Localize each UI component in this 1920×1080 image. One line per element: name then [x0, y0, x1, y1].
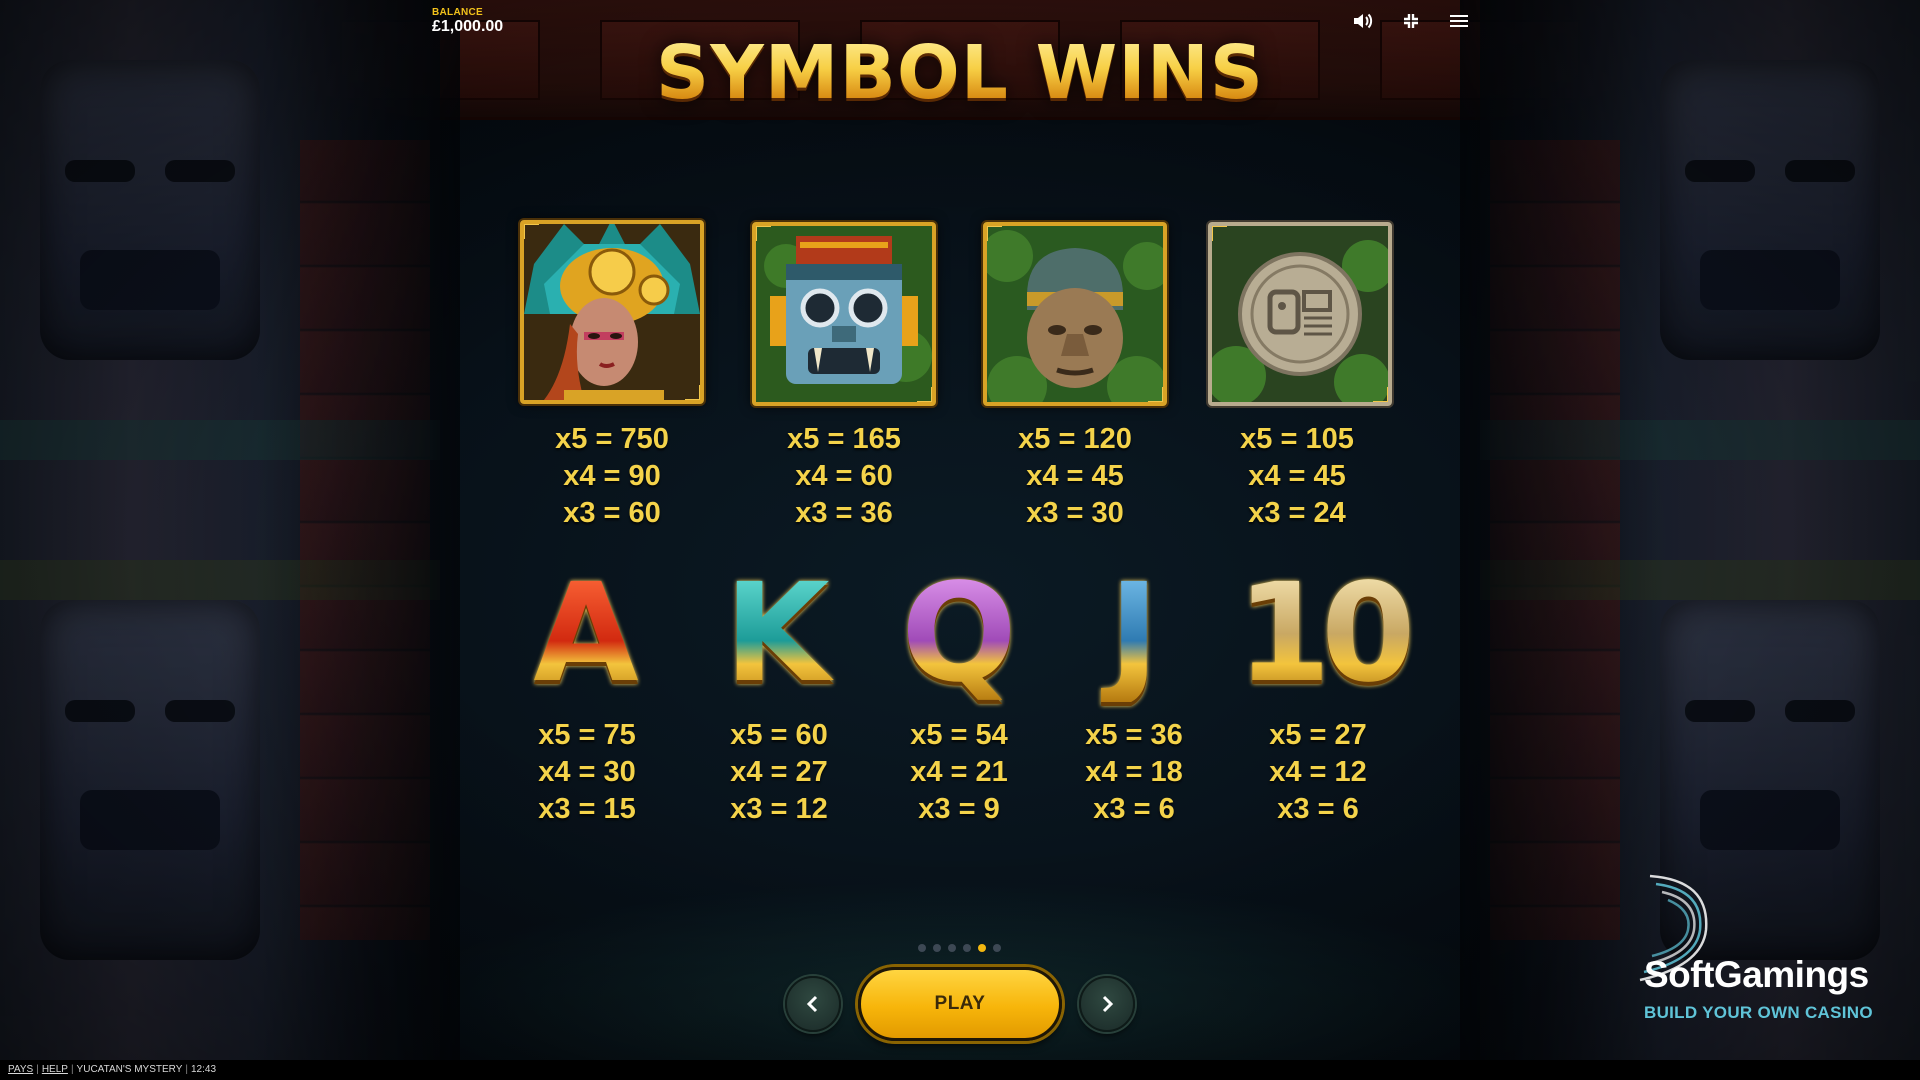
top-controls — [1352, 10, 1470, 32]
page-title: SYMBOL WINS — [0, 30, 1920, 116]
pay-line: x4 = 45 — [1248, 460, 1346, 492]
pay-line: x5 = 27 — [1269, 719, 1367, 751]
brand-tagline: BUILD YOUR OWN CASINO — [1644, 1003, 1873, 1022]
stone-calendar-symbol — [1208, 222, 1392, 406]
previous-page-button[interactable] — [785, 976, 841, 1032]
stone-calendar-pays: x5 = 105 x4 = 45 x3 = 24 — [1197, 421, 1397, 532]
page-indicator — [918, 944, 1001, 952]
pay-line: x3 = 60 — [563, 497, 661, 529]
brand-watermark: SoftGamings BUILD YOUR OWN CASINO — [1644, 872, 1904, 1023]
symbol-10-pays: x5 = 27 x4 = 12 x3 = 6 — [1218, 717, 1418, 828]
pay-line: x4 = 27 — [730, 756, 828, 788]
pay-line: x4 = 18 — [1085, 756, 1183, 788]
pay-line: x4 = 12 — [1269, 756, 1367, 788]
page-dot-6[interactable] — [993, 944, 1001, 952]
game-name: YUCATAN'S MYSTERY — [76, 1064, 183, 1075]
next-page-button[interactable] — [1079, 976, 1135, 1032]
pay-line: x5 = 750 — [555, 423, 669, 455]
chevron-left-icon — [806, 995, 818, 1013]
symbol-j-pays: x5 = 36 x4 = 18 x3 = 6 — [1034, 717, 1234, 828]
tiki-mask-symbol — [752, 222, 936, 406]
chevron-right-icon — [1102, 995, 1114, 1013]
footer-bar: PAYS | HELP | YUCATAN'S MYSTERY | 12:43 — [0, 1060, 1920, 1080]
pay-line: x5 = 54 — [910, 719, 1008, 751]
symbol-j: J — [1034, 566, 1234, 702]
warrior-woman-symbol — [520, 220, 704, 404]
pay-line: x5 = 165 — [787, 423, 901, 455]
pay-line: x4 = 60 — [795, 460, 893, 492]
page-dot-4[interactable] — [963, 944, 971, 952]
page-dot-3[interactable] — [948, 944, 956, 952]
symbol-a: A — [486, 566, 686, 702]
play-button[interactable]: PLAY — [858, 967, 1062, 1041]
pay-line: x3 = 15 — [538, 793, 636, 825]
pay-line: x5 = 105 — [1240, 423, 1354, 455]
pay-line: x5 = 60 — [730, 719, 828, 751]
exit-fullscreen-icon[interactable] — [1400, 10, 1422, 32]
page-dot-2[interactable] — [933, 944, 941, 952]
page-dot-1[interactable] — [918, 944, 926, 952]
symbol-q-pays: x5 = 54 x4 = 21 x3 = 9 — [859, 717, 1059, 828]
pay-line: x4 = 21 — [910, 756, 1008, 788]
tiki-mask-pays: x5 = 165 x4 = 60 x3 = 36 — [744, 421, 944, 532]
menu-icon[interactable] — [1448, 10, 1470, 32]
symbol-a-pays: x5 = 75 x4 = 30 x3 = 15 — [487, 717, 687, 828]
olmec-head-pays: x5 = 120 x4 = 45 x3 = 30 — [975, 421, 1175, 532]
pay-line: x3 = 36 — [795, 497, 893, 529]
pay-line: x3 = 6 — [1093, 793, 1175, 825]
pays-link[interactable]: PAYS — [8, 1064, 33, 1075]
warrior-woman-pays: x5 = 750 x4 = 90 x3 = 60 — [512, 421, 712, 532]
pay-line: x5 = 75 — [538, 719, 636, 751]
balance-label: BALANCE — [432, 7, 483, 18]
symbol-k-pays: x5 = 60 x4 = 27 x3 = 12 — [679, 717, 879, 828]
symbol-k: K — [677, 566, 877, 702]
symbol-10: 10 — [1221, 566, 1421, 702]
pay-line: x3 = 9 — [918, 793, 1000, 825]
help-link[interactable]: HELP — [42, 1064, 68, 1075]
brand-name: SoftGamings — [1644, 954, 1869, 995]
symbol-q: Q — [859, 566, 1059, 702]
clock-time: 12:43 — [190, 1064, 217, 1075]
pay-line: x4 = 45 — [1026, 460, 1124, 492]
pay-line: x3 = 12 — [730, 793, 828, 825]
pay-line: x3 = 24 — [1248, 497, 1346, 529]
page-dot-5[interactable] — [978, 944, 986, 952]
pay-line: x5 = 36 — [1085, 719, 1183, 751]
pay-line: x3 = 6 — [1277, 793, 1359, 825]
sound-icon[interactable] — [1352, 10, 1374, 32]
pay-line: x5 = 120 — [1018, 423, 1132, 455]
olmec-head-symbol — [983, 222, 1167, 406]
pay-line: x3 = 30 — [1026, 497, 1124, 529]
pay-line: x4 = 30 — [538, 756, 636, 788]
pay-line: x4 = 90 — [563, 460, 661, 492]
